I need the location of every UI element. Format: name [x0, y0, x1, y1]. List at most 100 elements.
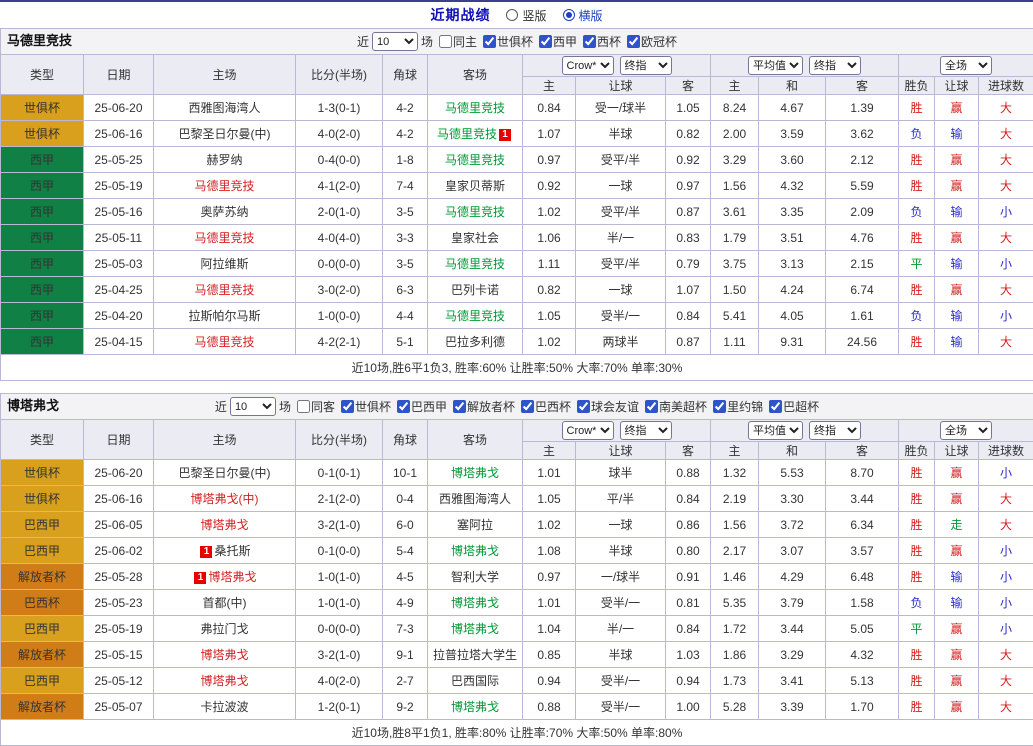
result-mark: 胜 — [899, 329, 935, 355]
team-name-link[interactable]: 马德里竞技 — [194, 231, 254, 245]
competition-checkbox-4[interactable]: 球会友谊 — [577, 395, 639, 419]
team-name-link[interactable]: 弗拉门戈 — [200, 622, 248, 636]
competition-checkbox-7[interactable]: 巴超杯 — [769, 395, 819, 419]
competition-checkbox-6[interactable]: 里约锦 — [713, 395, 763, 419]
competition-checkbox-2[interactable]: 西杯 — [583, 30, 621, 54]
summary-text: 近10场,胜8平1负1, 胜率:80% 让胜率:70% 大率:50% 单率:80… — [1, 720, 1033, 746]
team-name-link[interactable]: 博塔弗戈 — [451, 622, 499, 636]
competition-checkbox-5[interactable]: 南美超杯 — [645, 395, 707, 419]
handicap-home-odds: 1.02 — [523, 329, 576, 355]
competition-checkbox-1[interactable]: 西甲 — [539, 30, 577, 54]
competition-checkbox-0-box[interactable] — [483, 35, 496, 48]
competition-checkbox-2[interactable]: 解放者杯 — [453, 395, 515, 419]
team-name-link[interactable]: 博塔弗戈 — [451, 544, 499, 558]
team-name-link[interactable]: 马德里竞技 — [194, 283, 254, 297]
team-name-link[interactable]: 西雅图海湾人 — [439, 492, 511, 506]
competition-checkbox-1-box[interactable] — [397, 400, 410, 413]
competition-checkbox-0-box[interactable] — [341, 400, 354, 413]
view-option-label: 横版 — [579, 7, 603, 24]
view-option-vertical[interactable]: 竖版 — [506, 7, 546, 24]
recent-count-select[interactable]: 10 — [230, 397, 276, 416]
team-name-link[interactable]: 马德里竞技 — [445, 153, 505, 167]
team-name-link[interactable]: 西雅图海湾人 — [188, 101, 260, 115]
home-team-cell: 1桑托斯 — [154, 538, 296, 564]
odds-provider-select[interactable]: Crow* — [562, 421, 614, 440]
team-name-link[interactable]: 博塔弗戈 — [200, 648, 248, 662]
scope-select[interactable]: 全场 — [940, 56, 992, 75]
team-name-link[interactable]: 马德里竞技 — [194, 179, 254, 193]
team-name-link[interactable]: 拉斯帕尔马斯 — [188, 309, 260, 323]
team-name-link[interactable]: 巴黎圣日尔曼(中) — [179, 466, 271, 480]
team-name-link[interactable]: 博塔弗戈 — [200, 518, 248, 532]
competition-checkbox-3[interactable]: 欧冠杯 — [627, 30, 677, 54]
score: 1-2(0-1) — [296, 694, 383, 720]
team-name-link[interactable]: 巴拉多利德 — [445, 335, 505, 349]
team-name-link[interactable]: 博塔弗戈 — [208, 570, 256, 584]
same-venue-checkbox-box[interactable] — [297, 400, 310, 413]
sub-header-4: 和 — [759, 442, 826, 460]
avg-odds-select[interactable]: 平均值 — [748, 421, 803, 440]
team-name-link[interactable]: 马德里竞技 — [445, 101, 505, 115]
team-name-link[interactable]: 卡拉波波 — [200, 700, 248, 714]
team-name-link[interactable]: 巴黎圣日尔曼(中) — [179, 127, 271, 141]
team-name-link[interactable]: 巴西国际 — [451, 674, 499, 688]
competition-checkbox-0[interactable]: 世俱杯 — [341, 395, 391, 419]
competition-checkbox-2-box[interactable] — [453, 400, 466, 413]
recent-count-select[interactable]: 10 — [372, 32, 418, 51]
competition-checkbox-5-box[interactable] — [645, 400, 658, 413]
avg-draw-odds: 3.41 — [759, 668, 826, 694]
competition-type: 西甲 — [1, 303, 84, 329]
team-name-link[interactable]: 桑托斯 — [214, 544, 250, 558]
competition-checkbox-7-box[interactable] — [769, 400, 782, 413]
competition-type: 解放者杯 — [1, 564, 84, 590]
competition-checkbox-3-box[interactable] — [521, 400, 534, 413]
home-team-cell: 马德里竞技 — [154, 277, 296, 303]
competition-checkbox-2-box[interactable] — [583, 35, 596, 48]
competition-checkbox-1-box[interactable] — [539, 35, 552, 48]
final-odds-select[interactable]: 终指 — [620, 421, 672, 440]
team-name-link[interactable]: 塞阿拉 — [457, 518, 493, 532]
handicap-line: 半/一 — [576, 225, 666, 251]
team-name-link[interactable]: 拉普拉塔大学生 — [433, 648, 517, 662]
page-title: 近期战绩 — [430, 5, 490, 25]
team-name-link[interactable]: 智利大学 — [451, 570, 499, 584]
team-name-link[interactable]: 阿拉维斯 — [200, 257, 248, 271]
team-name-link[interactable]: 奥萨苏纳 — [200, 205, 248, 219]
competition-checkbox-6-box[interactable] — [713, 400, 726, 413]
team-name-link[interactable]: 马德里竞技 — [445, 205, 505, 219]
avg-final-select[interactable]: 终指 — [809, 56, 861, 75]
competition-checkbox-3-box[interactable] — [627, 35, 640, 48]
team-name-link[interactable]: 皇家贝蒂斯 — [445, 179, 505, 193]
final-odds-select[interactable]: 终指 — [620, 56, 672, 75]
team-name-link[interactable]: 博塔弗戈 — [451, 700, 499, 714]
avg-final-select[interactable]: 终指 — [809, 421, 861, 440]
competition-checkbox-3[interactable]: 巴西杯 — [521, 395, 571, 419]
competition-checkbox-1[interactable]: 巴西甲 — [397, 395, 447, 419]
away-team-cell: 马德里竞技 — [428, 95, 523, 121]
scope-select[interactable]: 全场 — [940, 421, 992, 440]
team-name-link[interactable]: 马德里竞技 — [445, 309, 505, 323]
handicap-line: 一/球半 — [576, 564, 666, 590]
team-name-link[interactable]: 赫罗纳 — [206, 153, 242, 167]
odds-provider-select[interactable]: Crow* — [562, 56, 614, 75]
team-name-link[interactable]: 博塔弗戈 — [200, 674, 248, 688]
select-group-0: Crow* 终指 — [523, 420, 711, 442]
team-name-link[interactable]: 博塔弗戈 — [451, 466, 499, 480]
avg-draw-odds: 3.72 — [759, 512, 826, 538]
avg-odds-select[interactable]: 平均值 — [748, 56, 803, 75]
home-team-cell: 1博塔弗戈 — [154, 564, 296, 590]
team-name-link[interactable]: 博塔弗戈 — [451, 596, 499, 610]
team-name-link[interactable]: 马德里竞技 — [437, 127, 497, 141]
competition-checkbox-0[interactable]: 世俱杯 — [483, 30, 533, 54]
team-name-link[interactable]: 博塔弗戈(中) — [191, 492, 259, 506]
team-name-link[interactable]: 马德里竞技 — [194, 335, 254, 349]
same-venue-checkbox[interactable]: 同客 — [297, 395, 335, 419]
view-option-horizontal[interactable]: 横版 — [563, 7, 603, 24]
team-name-link[interactable]: 巴列卡诺 — [451, 283, 499, 297]
team-name-link[interactable]: 皇家社会 — [451, 231, 499, 245]
team-name-link[interactable]: 首都(中) — [203, 596, 247, 610]
same-venue-checkbox-box[interactable] — [439, 35, 452, 48]
same-venue-checkbox[interactable]: 同主 — [439, 30, 477, 54]
competition-checkbox-4-box[interactable] — [577, 400, 590, 413]
team-name-link[interactable]: 马德里竞技 — [445, 257, 505, 271]
